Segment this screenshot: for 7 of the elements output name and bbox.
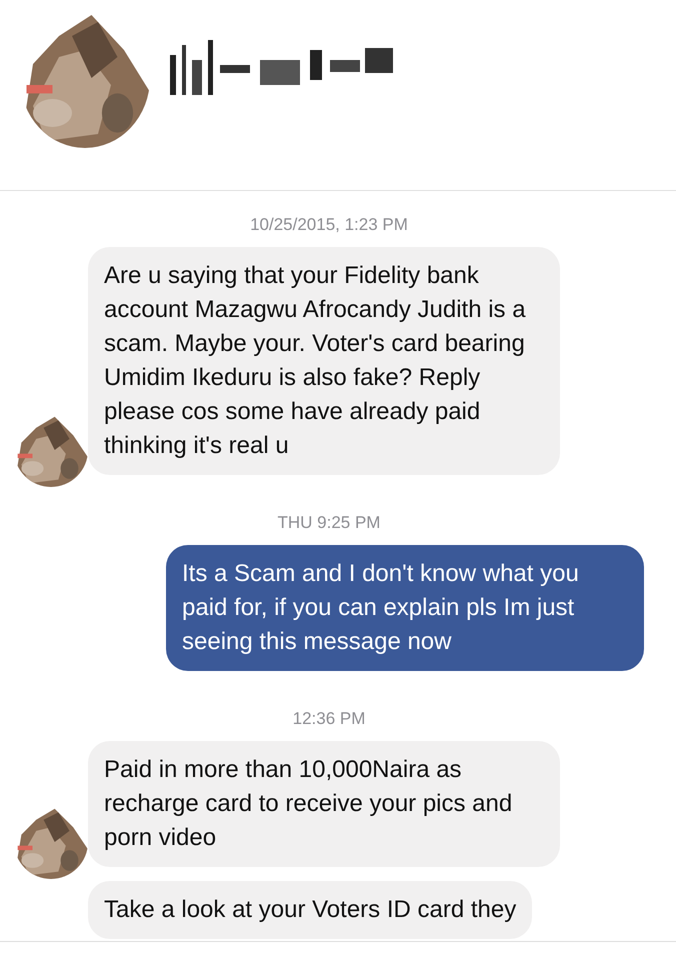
sent-message: Its a Scam and I don't know what you paid for, if you can explain pls Im just seeing this message now (166, 545, 644, 671)
message-timestamp: 10/25/2015, 1:23 PM (250, 215, 408, 235)
received-message: Paid in more than 10,000Naira as recharge card to receive your pics and porn video (88, 741, 560, 867)
received-message: Are u saying that your Fidelity bank account Mazagwu Afrocandy Judith is a scam. Maybe your. Voter's card bearing Umidim Ikeduru is also fake? Reply please cos some have already paid thinking it's real u (88, 247, 560, 475)
message-timestamp: THU 9:25 PM (278, 513, 380, 533)
received-message: Take a look at your Voters ID card they (88, 881, 532, 939)
message-timestamp: 12:36 PM (292, 709, 366, 729)
